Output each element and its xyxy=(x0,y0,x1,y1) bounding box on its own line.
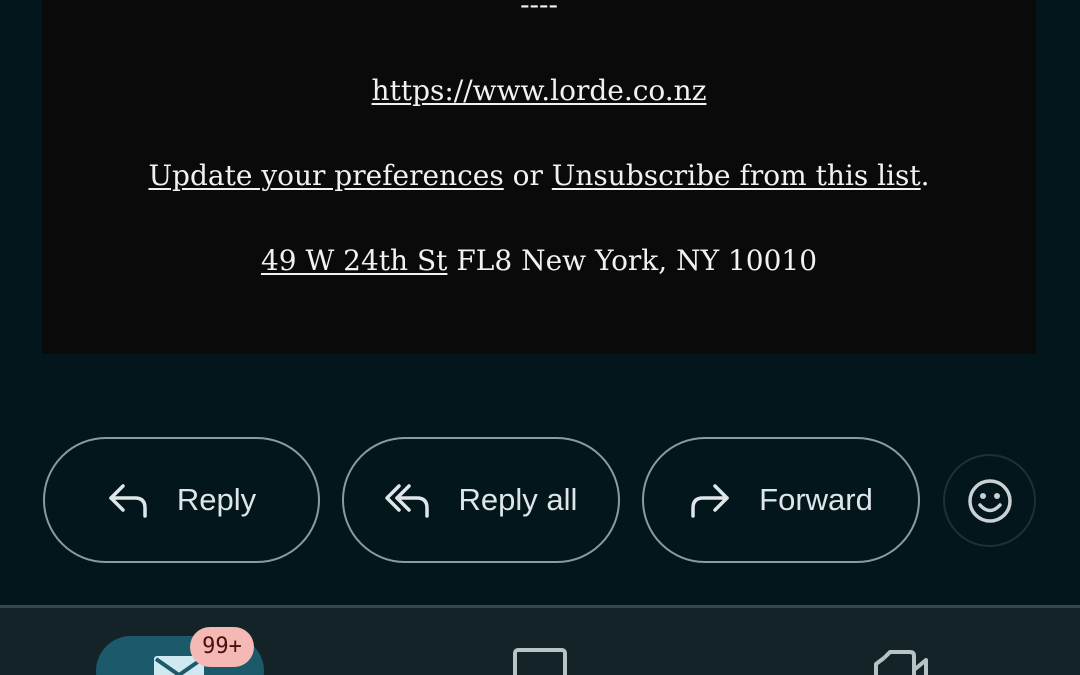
unsubscribe-link[interactable]: Unsubscribe from this list xyxy=(552,159,921,192)
email-body: ---- https://www.lorde.co.nz Update your… xyxy=(42,0,1036,354)
website-line: https://www.lorde.co.nz xyxy=(42,74,1036,108)
address-link[interactable]: 49 W 24th St xyxy=(261,244,447,277)
video-camera-icon[interactable] xyxy=(870,650,930,675)
chat-bubble-icon[interactable] xyxy=(511,646,569,675)
address-rest: FL8 New York, NY 10010 xyxy=(447,244,818,277)
separator: ---- xyxy=(520,0,558,21)
forward-label: Forward xyxy=(759,482,873,517)
add-reaction-button[interactable] xyxy=(943,454,1036,547)
reply-all-arrow-icon xyxy=(384,484,429,518)
bottom-navigation xyxy=(0,605,1080,675)
reply-all-button[interactable]: Reply all xyxy=(342,437,620,563)
reply-arrow-icon xyxy=(109,484,147,518)
address-line: 49 W 24th St FL8 New York, NY 10010 xyxy=(42,244,1036,278)
preferences-line: Update your preferences or Unsubscribe f… xyxy=(42,159,1036,193)
unread-count-badge: 99+ xyxy=(190,627,254,667)
website-link[interactable]: https://www.lorde.co.nz xyxy=(372,74,707,107)
reply-all-label: Reply all xyxy=(458,482,578,517)
period-text: . xyxy=(920,159,930,192)
update-preferences-link[interactable]: Update your preferences xyxy=(148,159,503,192)
forward-arrow-icon xyxy=(691,484,729,518)
reply-button[interactable]: Reply xyxy=(43,437,320,563)
or-text: or xyxy=(503,159,552,192)
smiley-face-icon xyxy=(967,478,1012,523)
reply-label: Reply xyxy=(176,482,257,517)
forward-button[interactable]: Forward xyxy=(642,437,920,563)
